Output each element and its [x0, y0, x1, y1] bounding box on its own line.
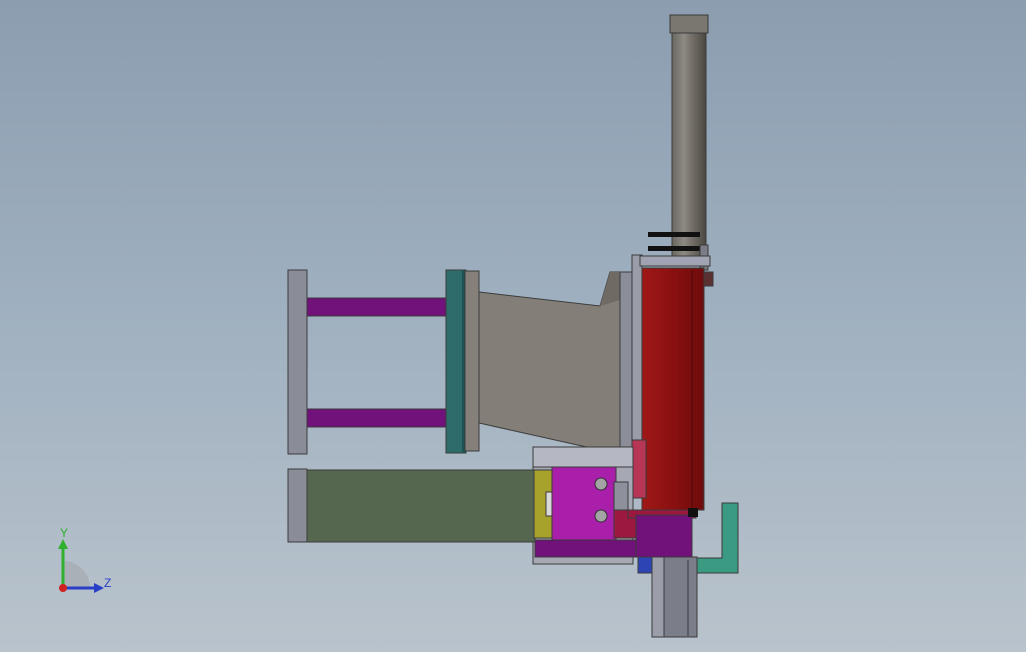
- x-axis-dot-icon: [59, 584, 67, 592]
- red-actuator-body[interactable]: [641, 267, 705, 511]
- pink-link[interactable]: [631, 439, 647, 499]
- tapered-housing-shade: [600, 272, 620, 306]
- triad-quadrant-shading: [63, 561, 90, 588]
- purple-base-block[interactable]: [635, 514, 693, 558]
- z-axis-label: Z: [104, 576, 111, 590]
- mount-plate-inner[interactable]: [631, 254, 643, 464]
- top-bracket[interactable]: [639, 255, 711, 267]
- z-axis-arrow-icon: [94, 583, 104, 593]
- small-bracket[interactable]: [613, 481, 629, 513]
- bottom-rail-right[interactable]: [663, 556, 698, 638]
- cylinder-cap[interactable]: [669, 14, 709, 34]
- graphics-viewport[interactable]: Y Z: [0, 0, 1026, 652]
- y-axis-label: Y: [60, 526, 68, 540]
- bottom-rail-left[interactable]: [651, 556, 665, 638]
- grey-flange-back[interactable]: [464, 270, 480, 452]
- black-stop: [688, 508, 698, 517]
- cylinder-barrel[interactable]: [671, 32, 707, 258]
- magenta-slot: [545, 491, 553, 517]
- mount-plate-outer[interactable]: [619, 271, 633, 463]
- tapered-housing[interactable]: [478, 271, 621, 451]
- green-slide-rod[interactable]: [306, 469, 536, 543]
- upper-guide-rod[interactable]: [306, 297, 448, 317]
- lower-guide-rod[interactable]: [306, 408, 448, 428]
- magenta-block[interactable]: [551, 466, 617, 541]
- bolt-hole-lower: [594, 509, 608, 523]
- cad-assembly-model[interactable]: [0, 0, 1026, 652]
- spring-ring-2: [648, 246, 700, 251]
- y-axis-arrow-icon: [58, 539, 68, 549]
- bolt-hole-upper: [594, 477, 608, 491]
- lower-grey-housing-top: [532, 446, 634, 468]
- spring-ring-1: [648, 232, 700, 237]
- left-end-plate[interactable]: [287, 269, 308, 455]
- view-orientation-triad[interactable]: Y Z: [40, 525, 130, 605]
- blue-block[interactable]: [637, 556, 653, 574]
- lower-end-block[interactable]: [287, 468, 308, 543]
